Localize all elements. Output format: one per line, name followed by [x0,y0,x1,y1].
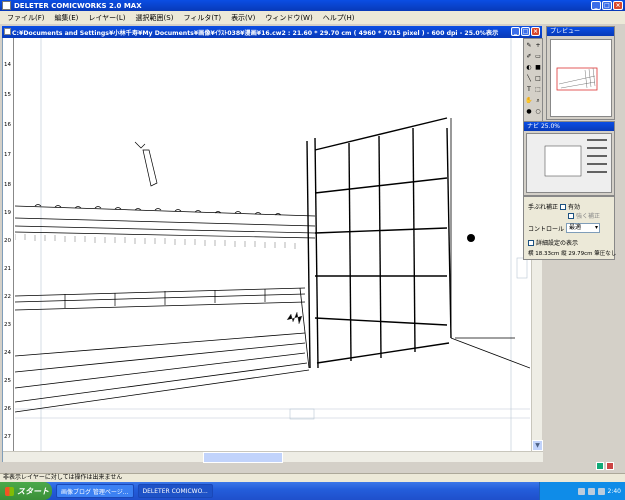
stabilizer-label: 手ぶれ補正 [528,204,559,211]
ruler-mark: 21 [4,266,11,272]
desktop-app-icon[interactable] [596,462,604,470]
menu-layer[interactable]: レイヤー(L) [83,13,130,23]
ruler-mark: 23 [4,322,11,328]
vertical-ruler: 14 15 16 17 18 19 20 21 22 23 24 25 26 2… [3,38,14,451]
close-button[interactable]: × [613,1,623,10]
tray-network-icon[interactable] [577,487,585,495]
eraser-tool-icon[interactable]: ▭ [534,53,542,61]
hand-tool-icon[interactable]: ✋ [525,97,533,105]
detail-settings-label: 詳細設定の表示 [536,240,579,247]
stabilizer-panel: 手ぶれ補正 有効 強く補正 コントロール 最適 詳細設定の表示 横 18.33c… [523,196,617,260]
navigator-title-label: ナビ [527,123,540,130]
doc-close-button[interactable]: × [531,27,540,36]
status-text: 非表示レイヤーに対しては操作は出来ません [3,474,123,481]
document-icon [4,28,11,35]
clock[interactable]: 2:40 [608,488,621,495]
menu-help[interactable]: ヘルプ(H) [318,13,360,23]
start-button[interactable]: スタート [0,482,52,500]
ruler-mark: 16 [4,122,11,128]
preview-drawing [556,67,598,91]
manga-drawing [15,38,530,451]
ruler-mark: 24 [4,350,11,356]
ruler-mark: 14 [4,62,11,68]
brush-tool-icon[interactable]: ✐ [525,53,533,61]
stabilizer-enabled-checkbox[interactable] [560,203,567,210]
pen-tool-icon[interactable]: ✎ [525,42,533,50]
preview-panel: プレビュー [546,26,615,120]
cursor-info: 横 18.33cm 縦 29.79cm 筆圧なし [528,251,617,257]
select-tool-icon[interactable]: ⬚ [534,86,542,94]
taskbar: スタート 画像ブログ 管理ページ... DELETER COMICWO... 2… [0,482,625,500]
document-title-bar: C:¥Documents and Settings¥小林千寿¥My Docume… [2,26,542,38]
menu-edit[interactable]: 編集(E) [50,13,84,23]
desktop-app-icon[interactable] [606,462,614,470]
menu-filter[interactable]: フィルタ(T) [178,13,226,23]
tone-tool-icon[interactable]: ■ [534,64,542,72]
detail-settings-checkbox[interactable] [528,239,534,246]
stabilizer-enabled-label: 有効 [568,204,581,211]
color-black-icon[interactable]: ● [525,108,533,116]
canvas-area[interactable]: 14 15 16 17 18 19 20 21 22 23 24 25 26 2… [2,38,543,463]
tool-palette: ✎ + ✐ ▭ ◐ ■ ╲ □ T ⬚ ✋ ⌕ ● ○ [523,38,543,122]
move-tool-icon[interactable]: + [534,42,542,50]
tray-security-icon[interactable] [597,487,605,495]
taskbar-blog-button[interactable]: 画像ブログ 管理ページ... [56,484,134,498]
stabilizer-strong-label: 強く補正 [576,213,601,220]
navigator-panel: ナビ 25.0% [523,121,615,196]
text-tool-icon[interactable]: T [525,86,533,94]
navigator-thumbnail[interactable] [526,133,612,193]
shape-tool-icon[interactable]: □ [534,75,542,83]
navigator-zoom: 25.0% [540,123,560,130]
ruler-mark: 20 [4,238,11,244]
fill-tool-icon[interactable]: ◐ [525,64,533,72]
navigator-title: ナビ 25.0% [524,122,614,131]
color-white-icon[interactable]: ○ [534,108,542,116]
navigator-drawing [527,134,611,192]
app-title-bar: DELETER COMICWORKS 2.0 MAX _ □ × [0,0,625,11]
desktop-icons [596,462,614,470]
horizontal-scroll-thumb[interactable] [203,452,283,463]
ruler-mark: 26 [4,406,11,412]
ruler-mark: 19 [4,210,11,216]
preview-thumbnail[interactable] [550,39,612,117]
door-handle-mark [467,234,475,242]
stabilizer-strong-checkbox[interactable] [568,212,574,219]
menu-view[interactable]: 表示(V) [226,13,260,23]
menu-window[interactable]: ウィンドウ(W) [260,13,317,23]
tray-volume-icon[interactable] [587,487,595,495]
ruler-mark: 18 [4,182,11,188]
scroll-down-arrow[interactable]: ▼ [532,440,543,451]
ruler-mark: 15 [4,92,11,98]
ruler-mark: 17 [4,152,11,158]
app-icon [2,1,11,10]
status-bar: 非表示レイヤーに対しては操作は出来ません [0,473,625,482]
maximize-button[interactable]: □ [602,1,612,10]
preview-title: プレビュー [547,27,614,36]
document-title: C:¥Documents and Settings¥小林千寿¥My Docume… [12,29,499,37]
app-title: DELETER COMICWORKS 2.0 MAX [14,1,142,10]
menu-select[interactable]: 選択範囲(S) [131,13,179,23]
taskbar-comicworks-button[interactable]: DELETER COMICWO... [137,484,213,498]
control-label: コントロール [528,225,565,233]
minimize-button[interactable]: _ [591,1,601,10]
start-label: スタート [17,486,49,496]
horizontal-scrollbar[interactable] [3,451,543,463]
line-tool-icon[interactable]: ╲ [525,75,533,83]
doc-maximize-button[interactable]: □ [521,27,530,36]
menu-file[interactable]: ファイル(F) [2,13,50,23]
doc-minimize-button[interactable]: _ [511,27,520,36]
control-select[interactable]: 最適 [566,223,601,233]
windows-logo-icon [5,486,14,496]
ruler-mark: 27 [4,434,11,440]
menu-bar: ファイル(F) 編集(E) レイヤー(L) 選択範囲(S) フィルタ(T) 表示… [0,11,625,24]
system-tray: 2:40 [539,482,625,500]
zoom-tool-icon[interactable]: ⌕ [534,97,542,105]
ruler-mark: 25 [4,378,11,384]
ruler-mark: 22 [4,294,11,300]
